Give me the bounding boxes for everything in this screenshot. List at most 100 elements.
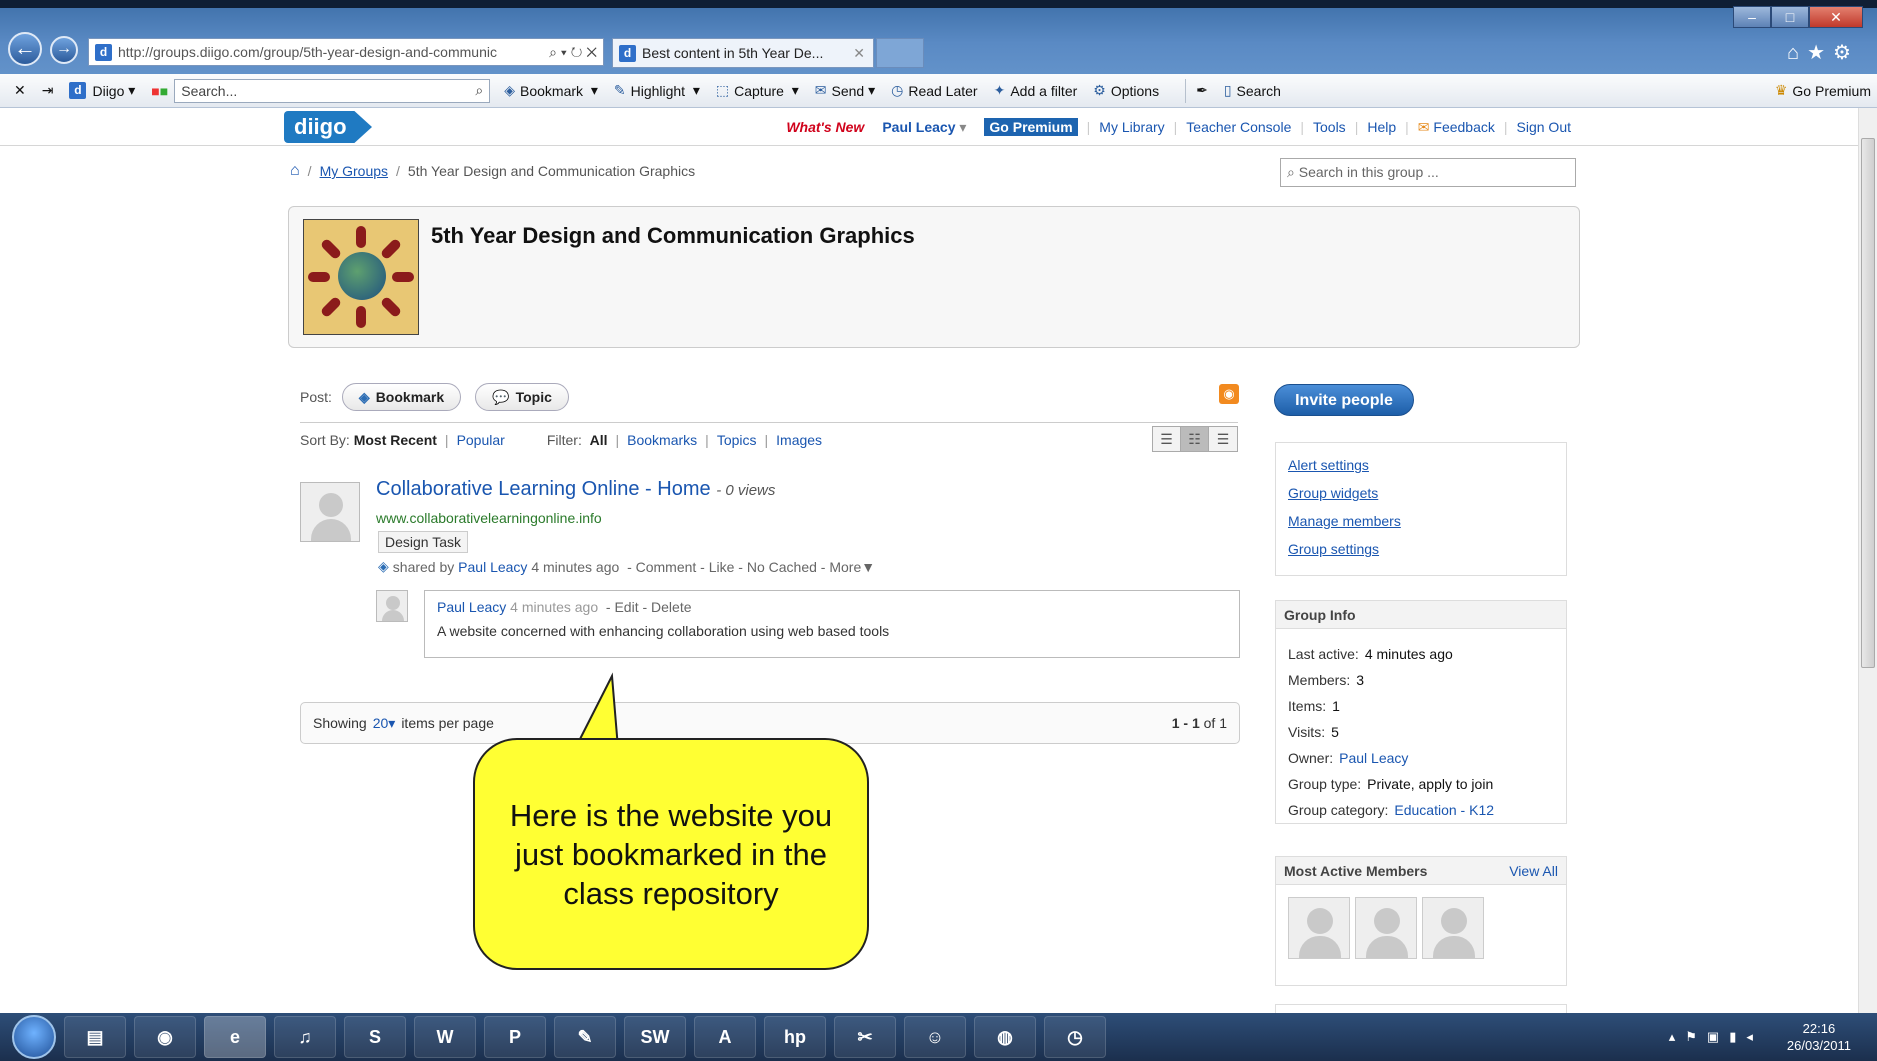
messenger-icon[interactable]: ☺ <box>904 1016 966 1058</box>
toolbar-search-input[interactable]: Search... ⌕ <box>174 78 491 103</box>
nav-divider: | <box>1300 119 1304 135</box>
category-link[interactable]: Education - K12 <box>1394 802 1494 818</box>
bookmark-url[interactable]: www.collaborativelearningonline.info <box>376 510 602 526</box>
pdf-tool-icon[interactable]: ✂ <box>834 1016 896 1058</box>
sort-popular[interactable]: Popular <box>457 432 505 448</box>
group-settings-link[interactable]: Group settings <box>1288 535 1554 563</box>
toolbar-highlight-button[interactable]: ✎ Highlight ▾ <box>614 82 700 99</box>
solidworks-icon[interactable]: SW <box>624 1016 686 1058</box>
clock-app-icon[interactable]: ◷ <box>1044 1016 1106 1058</box>
notepad-icon[interactable]: ✎ <box>554 1016 616 1058</box>
firefox-icon[interactable]: ◍ <box>974 1016 1036 1058</box>
toolbar-capture-label: Capture <box>734 82 784 99</box>
bookmark-tag[interactable]: Design Task <box>378 531 469 553</box>
google-icon[interactable]: ■ ■ <box>151 83 168 99</box>
group-widgets-link[interactable]: Group widgets <box>1288 479 1554 507</box>
nav-go-premium[interactable]: Go Premium <box>984 118 1078 136</box>
nav-help[interactable]: Help <box>1367 119 1396 135</box>
word-icon[interactable]: W <box>414 1016 476 1058</box>
scrollbar-thumb[interactable] <box>1861 138 1875 668</box>
owner-link[interactable]: Paul Leacy <box>1339 750 1408 766</box>
nav-my-library[interactable]: My Library <box>1099 119 1164 135</box>
info-members: Members: 3 <box>1276 667 1566 693</box>
full-view-icon[interactable]: ☰ <box>1209 427 1237 451</box>
toolbar-go-premium-button[interactable]: ♛ Go Premium <box>1775 82 1871 99</box>
toolbar-read-later-button[interactable]: ◷ Read Later <box>891 82 978 99</box>
member-avatar[interactable] <box>1422 897 1484 959</box>
invite-people-button[interactable]: Invite people <box>1274 384 1414 416</box>
list-view-icon[interactable]: ☰ <box>1153 427 1181 451</box>
toolbar-bookmark-button[interactable]: ◈ Bookmark ▾ <box>504 82 598 99</box>
toolbar-separator <box>1185 78 1187 103</box>
explorer-icon[interactable]: ▤ <box>64 1016 126 1058</box>
info-key: Members: <box>1288 672 1351 688</box>
post-bookmark-button[interactable]: ◈ Bookmark <box>341 383 462 411</box>
close-window-button[interactable]: ✕ <box>1809 6 1863 28</box>
toolbar-close-icon[interactable]: ✕ <box>14 82 26 99</box>
info-key: Last active: <box>1288 646 1359 662</box>
new-tab-button[interactable] <box>876 38 924 68</box>
toolbar-panel-icon[interactable]: ⇥ <box>42 82 54 99</box>
items-per-page-select[interactable]: 20▾ <box>373 715 396 732</box>
filter-all[interactable]: All <box>590 432 608 448</box>
nav-teacher-console[interactable]: Teacher Console <box>1186 119 1291 135</box>
toolbar-send-button[interactable]: ✉ Send ▾ <box>815 82 875 99</box>
toolbar-add-filter-button[interactable]: ✦ Add a filter <box>994 82 1078 99</box>
minimize-button[interactable]: – <box>1733 6 1771 28</box>
group-search-input[interactable]: ⌕ Search in this group ... <box>1280 158 1576 187</box>
member-avatar[interactable] <box>1355 897 1417 959</box>
alert-settings-link[interactable]: Alert settings <box>1288 451 1554 479</box>
nav-feedback[interactable]: ✉ Feedback <box>1418 119 1495 136</box>
address-controls-icon[interactable]: ⌕ ▾ ↻ ✕ <box>543 44 603 61</box>
tab-close-icon[interactable]: ✕ <box>853 45 865 62</box>
diigo-logo[interactable]: diigo <box>284 111 372 143</box>
bookmark-actions[interactable]: - Comment - Like - No Cached - More▼ <box>627 559 875 575</box>
filter-topics[interactable]: Topics <box>717 432 757 448</box>
tray-icons[interactable]: ▴⚑▣▮◂ <box>1669 1029 1763 1045</box>
breadcrumb-my-groups[interactable]: My Groups <box>320 163 388 179</box>
start-button[interactable] <box>12 1015 56 1059</box>
internet-explorer-icon[interactable]: e <box>204 1016 266 1058</box>
itunes-icon[interactable]: ♫ <box>274 1016 336 1058</box>
sort-most-recent[interactable]: Most Recent <box>354 432 437 448</box>
home-icon[interactable]: ⌂ <box>290 162 300 180</box>
breadcrumb: ⌂ / My Groups / 5th Year Design and Comm… <box>290 162 695 180</box>
toolbar-search-button[interactable]: ▯ Search <box>1224 82 1281 99</box>
skype-icon[interactable]: S <box>344 1016 406 1058</box>
autocad-icon[interactable]: A <box>694 1016 756 1058</box>
filter-images[interactable]: Images <box>776 432 822 448</box>
nav-sign-out[interactable]: Sign Out <box>1517 119 1571 135</box>
comment-actions[interactable]: - Edit - Delete <box>606 599 692 615</box>
back-button[interactable]: ← <box>8 32 42 66</box>
post-topic-button[interactable]: 💬 Topic <box>475 383 569 411</box>
tab-active[interactable]: d Best content in 5th Year De... ✕ <box>612 38 874 68</box>
search-icon[interactable]: ⌕ <box>475 82 483 99</box>
nav-whats-new[interactable]: What's New <box>786 119 864 135</box>
browser-home-star-gear-icon[interactable]: ⌂★⚙ <box>1787 40 1859 65</box>
address-bar[interactable]: d http://groups.diigo.com/group/5th-year… <box>88 38 604 66</box>
powerpoint-icon[interactable]: P <box>484 1016 546 1058</box>
bookmark-title-link[interactable]: Collaborative Learning Online - Home <box>376 478 711 500</box>
view-all-members-link[interactable]: View All <box>1509 863 1558 879</box>
manage-members-link[interactable]: Manage members <box>1288 507 1554 535</box>
info-value: 5 <box>1331 724 1339 740</box>
member-avatar[interactable] <box>1288 897 1350 959</box>
nav-user-menu[interactable]: Paul Leacy ▾ <box>882 119 966 136</box>
detail-view-icon[interactable]: ☷ <box>1181 427 1209 451</box>
toolbar-diigo-menu[interactable]: d Diigo ▾ <box>69 82 135 99</box>
toolbar-capture-button[interactable]: ⬚ Capture ▾ <box>716 82 799 99</box>
nav-tools[interactable]: Tools <box>1313 119 1346 135</box>
hp-icon[interactable]: hp <box>764 1016 826 1058</box>
chrome-icon[interactable]: ◉ <box>134 1016 196 1058</box>
filter-bookmarks[interactable]: Bookmarks <box>627 432 697 448</box>
pen-icon[interactable]: ✒ <box>1196 82 1208 99</box>
forward-button[interactable]: → <box>50 36 78 64</box>
maximize-button[interactable]: □ <box>1771 6 1809 28</box>
clock[interactable]: 22:16 26/03/2011 <box>1787 1020 1851 1054</box>
comment-user-link[interactable]: Paul Leacy <box>437 599 506 615</box>
toolbar-options-button[interactable]: ⚙ Options <box>1093 82 1159 99</box>
rss-icon[interactable]: ◉ <box>1219 384 1239 404</box>
shared-by-user-link[interactable]: Paul Leacy <box>458 559 527 575</box>
post-row: Post: ◈ Bookmark 💬 Topic <box>300 383 569 411</box>
page-scrollbar[interactable] <box>1858 108 1877 1013</box>
